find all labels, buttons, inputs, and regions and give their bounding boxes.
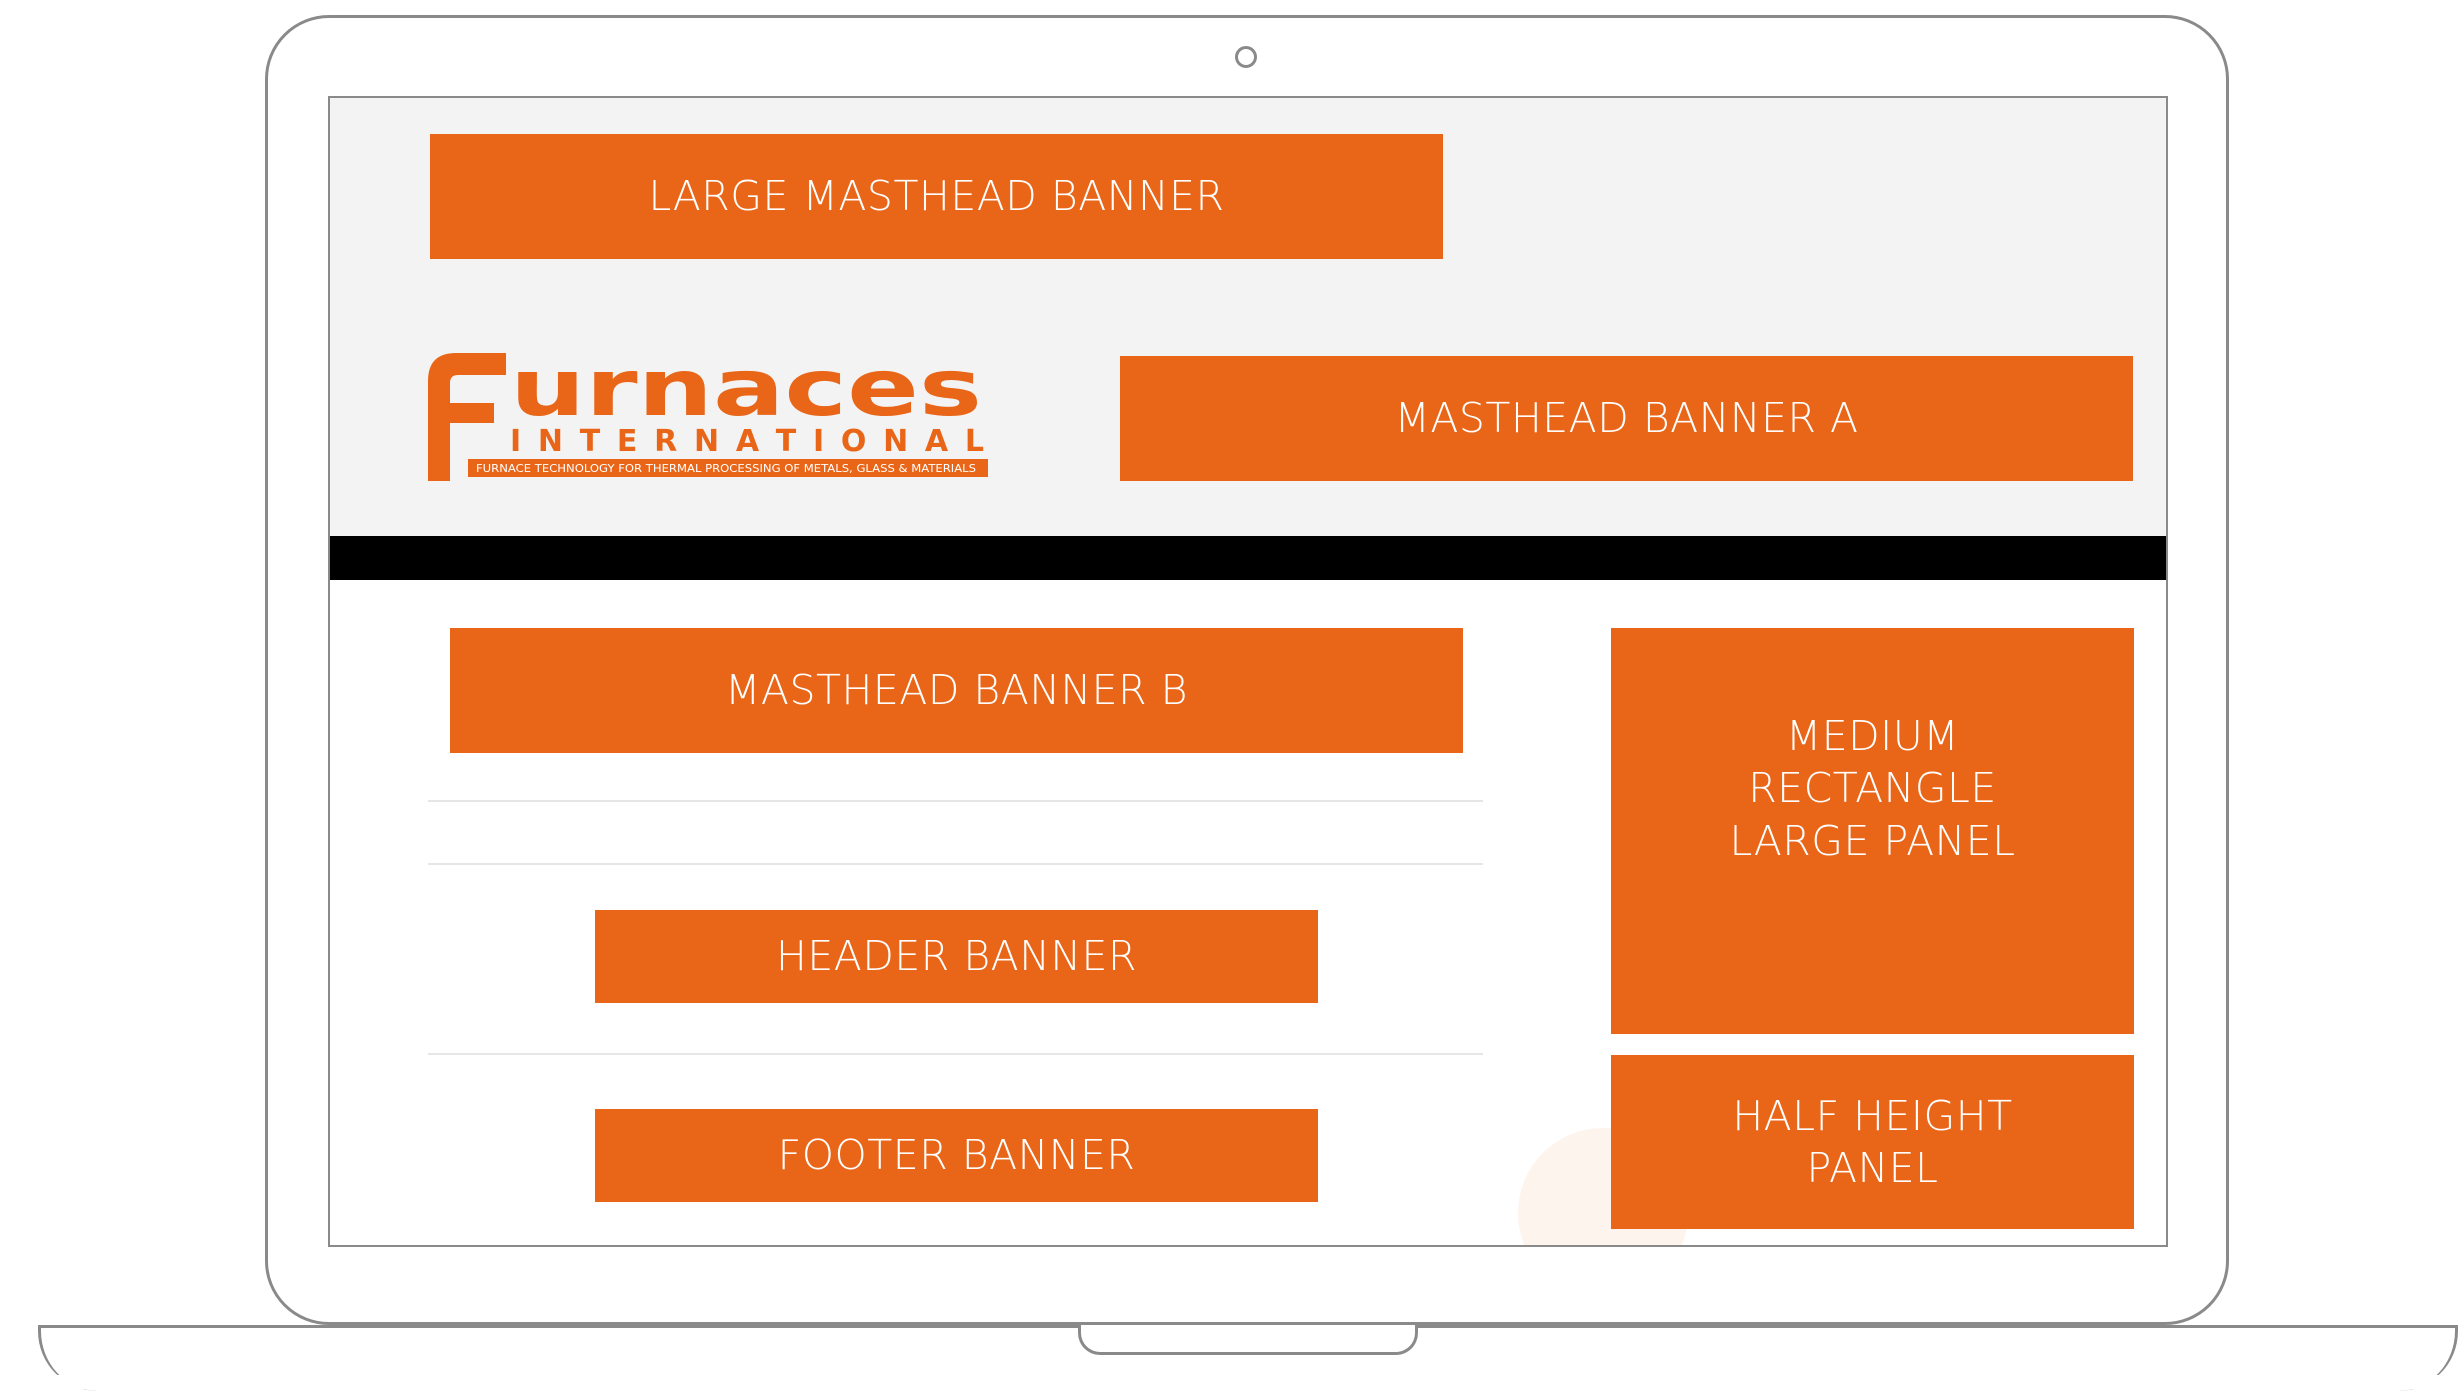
logo-brand-text: urnaces <box>510 353 982 434</box>
masthead-banner-b[interactable]: MASTHEAD BANNER B <box>450 628 1463 753</box>
logo-sub-text: I N T E R N A T I O N A L <box>510 424 984 459</box>
header-banner[interactable]: HEADER BANNER <box>595 910 1318 1003</box>
divider <box>428 863 1483 865</box>
half-height-line: HALF HEIGHT <box>1732 1091 2013 1140</box>
half-height-panel[interactable]: HALF HEIGHT PANEL <box>1611 1055 2134 1229</box>
half-height-line: PANEL <box>1806 1144 1939 1192</box>
medium-rectangle-line: MEDIUM <box>1785 712 1960 760</box>
large-masthead-banner[interactable]: LARGE MASTHEAD BANNER <box>430 134 1443 259</box>
furnaces-international-logo: urnaces I N T E R N A T I O N A L FURNAC… <box>428 344 990 481</box>
laptop-notch <box>1078 1325 1418 1355</box>
masthead-banner-b-label: MASTHEAD BANNER B <box>725 666 1188 715</box>
medium-rectangle-panel[interactable]: MEDIUM RECTANGLE LARGE PANEL <box>1611 628 2134 1034</box>
logo-tagline: FURNACE TECHNOLOGY FOR THERMAL PROCESSIN… <box>476 463 976 475</box>
footer-banner[interactable]: FOOTER BANNER <box>595 1109 1318 1202</box>
masthead-banner-a-label: MASTHEAD BANNER A <box>1394 394 1859 443</box>
divider <box>428 800 1483 802</box>
screen: LARGE MASTHEAD BANNER urnaces I N T E R … <box>328 96 2168 1247</box>
masthead-banner-a[interactable]: MASTHEAD BANNER A <box>1120 356 2133 481</box>
large-masthead-banner-label: LARGE MASTHEAD BANNER <box>648 172 1225 221</box>
divider <box>428 1053 1483 1055</box>
header-banner-label: HEADER BANNER <box>776 932 1137 981</box>
footer-banner-label: FOOTER BANNER <box>777 1131 1136 1180</box>
medium-rectangle-line: LARGE PANEL <box>1729 816 2016 865</box>
medium-rectangle-line: RECTANGLE <box>1748 764 1997 813</box>
nav-bar <box>330 536 2166 580</box>
camera-icon <box>1235 46 1257 68</box>
